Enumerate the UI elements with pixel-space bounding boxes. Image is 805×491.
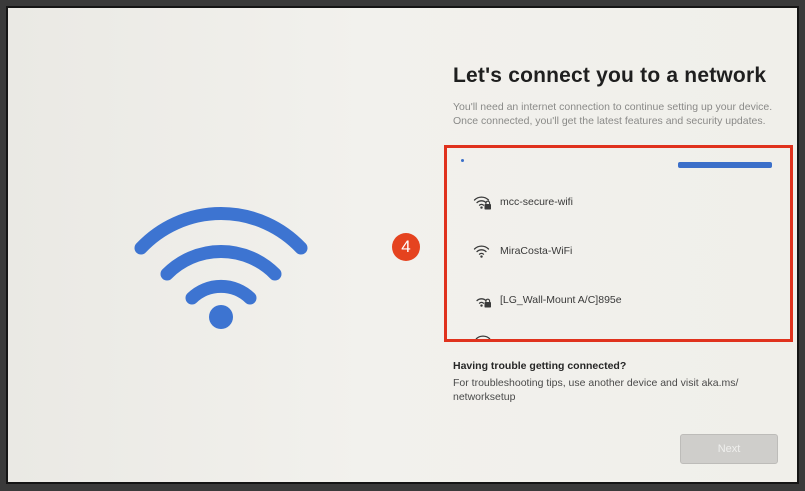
network-item-lg-wall-mount[interactable]: [LG_Wall-Mount A/C]895e <box>473 285 763 315</box>
wifi-lock-icon <box>476 297 491 307</box>
next-button[interactable]: Next <box>680 434 778 464</box>
network-item-mcc-secure-wifi[interactable]: mcc-secure-wifi <box>473 187 763 217</box>
partial-wifi-icon <box>473 333 495 339</box>
wifi-lock-icon <box>473 195 491 209</box>
setup-screen: 4 Let's connect you to a network You'll … <box>6 6 799 484</box>
help-text: For troubleshooting tips, use another de… <box>453 377 739 403</box>
network-list: mcc-secure-wifi MiraCosta-WiFi [LG_Wall-… <box>444 145 793 342</box>
help-title: Having trouble getting connected? <box>453 360 627 372</box>
selection-dot <box>461 159 464 162</box>
step-badge: 4 <box>392 233 420 261</box>
scrollbar[interactable] <box>678 162 772 168</box>
page-subtitle: You'll need an internet connection to co… <box>453 101 773 127</box>
network-name: MiraCosta-WiFi <box>500 245 573 257</box>
page-title: Let's connect you to a network <box>453 64 767 87</box>
network-item-miracosta-wifi[interactable]: MiraCosta-WiFi <box>473 236 763 266</box>
wifi-icon <box>473 244 490 258</box>
network-name: mcc-secure-wifi <box>500 196 573 208</box>
wifi-icon <box>134 207 308 329</box>
network-name: [LG_Wall-Mount A/C]895e <box>500 294 622 306</box>
